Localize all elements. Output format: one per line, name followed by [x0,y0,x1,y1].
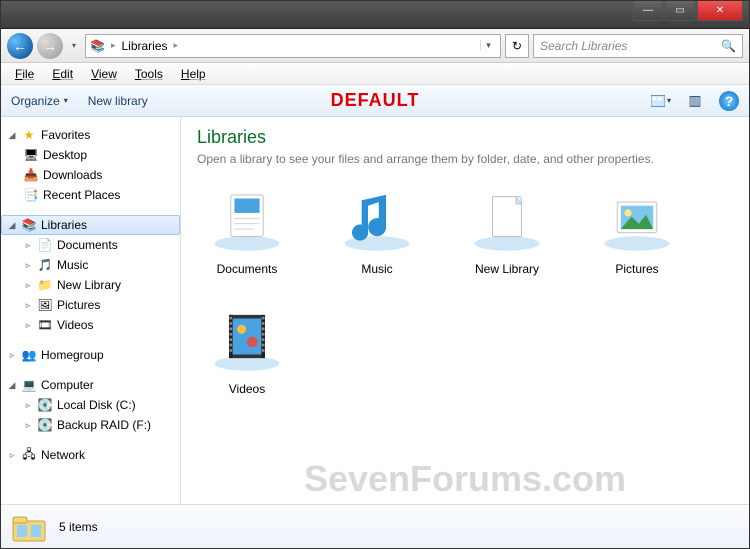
tree-computer[interactable]: ◢ 💻 Computer [1,375,180,395]
music-icon: 🎵 [37,257,53,273]
library-pictures[interactable]: Pictures [587,186,687,276]
address-bar[interactable]: 📚 ▸ Libraries ▸ ▾ [85,34,501,58]
help-button[interactable]: ? [719,91,739,111]
tree-desktop[interactable]: 🖥Desktop [1,145,180,165]
tree-downloads[interactable]: 📥Downloads [1,165,180,185]
tree-new-library[interactable]: ▹📁New Library [1,275,180,295]
address-dropdown[interactable]: ▾ [480,40,496,51]
nav-history-dropdown[interactable]: ▾ [67,34,81,58]
tree-recent-places[interactable]: 📑Recent Places [1,185,180,205]
search-placeholder: Search Libraries [540,39,627,53]
pictures-library-icon [597,186,677,256]
breadcrumb-sep-icon[interactable]: ▸ [111,40,116,51]
view-options-button[interactable]: ▾ [651,91,671,111]
tree-local-disk-c[interactable]: ▹💽Local Disk (C:) [1,395,180,415]
command-bar: Organize▾ New library DEFAULT ▾ ▥ ? [1,85,749,117]
homegroup-icon: 👥 [21,347,37,363]
tree-backup-raid-f[interactable]: ▹💽Backup RAID (F:) [1,415,180,435]
nav-tree[interactable]: ◢ ★ Favorites 🖥Desktop 📥Downloads 📑Recen… [1,117,181,504]
recent-icon: 📑 [23,187,39,203]
close-button[interactable]: ✕ [697,1,743,21]
watermark: SevenForums.com [304,458,626,500]
libraries-icon [11,511,47,543]
search-input[interactable]: Search Libraries 🔍 [533,34,743,58]
chevron-down-icon: ▾ [64,96,68,105]
tree-documents[interactable]: ▹📄Documents [1,235,180,255]
libraries-icon: 📚 [90,39,105,53]
tree-favorites[interactable]: ◢ ★ Favorites [1,125,180,145]
library-icon: 📁 [37,277,53,293]
maximize-button[interactable]: ▭ [665,1,695,21]
tree-libraries[interactable]: ◢ 📚 Libraries [1,215,180,235]
library-videos[interactable]: Videos [197,306,297,396]
library-label: Pictures [615,262,658,276]
downloads-icon: 📥 [23,167,39,183]
item-count: 5 items [59,520,98,534]
library-label: Documents [217,262,278,276]
search-icon[interactable]: 🔍 [721,39,736,53]
videos-icon: 🎞 [37,317,53,333]
organize-button[interactable]: Organize▾ [11,94,68,108]
tree-homegroup[interactable]: ▹ 👥 Homegroup [1,345,180,365]
library-new-library[interactable]: New Library [457,186,557,276]
expand-icon[interactable]: ▹ [7,350,17,361]
new-library-button[interactable]: New library [88,94,148,108]
desktop-icon: 🖥 [23,147,39,163]
overlay-label: DEFAULT [331,90,420,111]
tree-network[interactable]: ▹ 🖧 Network [1,445,180,465]
back-button[interactable]: ← [7,33,33,59]
music-library-icon [337,186,417,256]
drive-icon: 💽 [37,397,53,413]
menu-tools[interactable]: Tools [127,65,171,83]
refresh-button[interactable]: ↻ [505,34,529,58]
star-icon: ★ [21,127,37,143]
drive-icon: 💽 [37,417,53,433]
collapse-icon[interactable]: ◢ [7,130,17,141]
breadcrumb-sep-icon[interactable]: ▸ [174,40,179,51]
pictures-icon: 🖼 [37,297,53,313]
page-title: Libraries [197,127,733,148]
tree-music[interactable]: ▹🎵Music [1,255,180,275]
libraries-icon: 📚 [21,217,37,233]
library-label: Music [361,262,392,276]
menu-file[interactable]: File [7,65,42,83]
new-library-icon [467,186,547,256]
network-icon: 🖧 [21,447,37,463]
menu-edit[interactable]: Edit [44,65,81,83]
library-label: Videos [229,382,265,396]
library-music[interactable]: Music [327,186,427,276]
breadcrumb-libraries[interactable]: Libraries [121,39,167,53]
minimize-button[interactable]: — [633,1,663,21]
status-bar: 5 items [1,504,749,548]
tree-pictures[interactable]: ▹🖼Pictures [1,295,180,315]
expand-icon[interactable]: ▹ [7,450,17,461]
videos-library-icon [207,306,287,376]
library-documents[interactable]: Documents [197,186,297,276]
menu-bar: File Edit View Tools Help [1,63,749,85]
collapse-icon[interactable]: ◢ [7,380,17,391]
documents-library-icon [207,186,287,256]
body: ◢ ★ Favorites 🖥Desktop 📥Downloads 📑Recen… [1,117,749,504]
chevron-down-icon: ▾ [667,96,671,105]
library-label: New Library [475,262,539,276]
menu-help[interactable]: Help [173,65,214,83]
explorer-window: — ▭ ✕ ← → ▾ 📚 ▸ Libraries ▸ ▾ ↻ Search L… [0,0,750,549]
documents-icon: 📄 [37,237,53,253]
content-pane[interactable]: Libraries Open a library to see your fil… [181,117,749,504]
preview-pane-button[interactable]: ▥ [685,91,705,111]
collapse-icon[interactable]: ◢ [7,220,17,231]
tree-videos[interactable]: ▹🎞Videos [1,315,180,335]
menu-view[interactable]: View [83,65,125,83]
forward-button[interactable]: → [37,33,63,59]
nav-bar: ← → ▾ 📚 ▸ Libraries ▸ ▾ ↻ Search Librari… [1,29,749,63]
titlebar[interactable]: — ▭ ✕ [1,1,749,29]
computer-icon: 💻 [21,377,37,393]
library-grid: Documents Music New Library [197,186,733,396]
page-subtitle: Open a library to see your files and arr… [197,152,733,166]
